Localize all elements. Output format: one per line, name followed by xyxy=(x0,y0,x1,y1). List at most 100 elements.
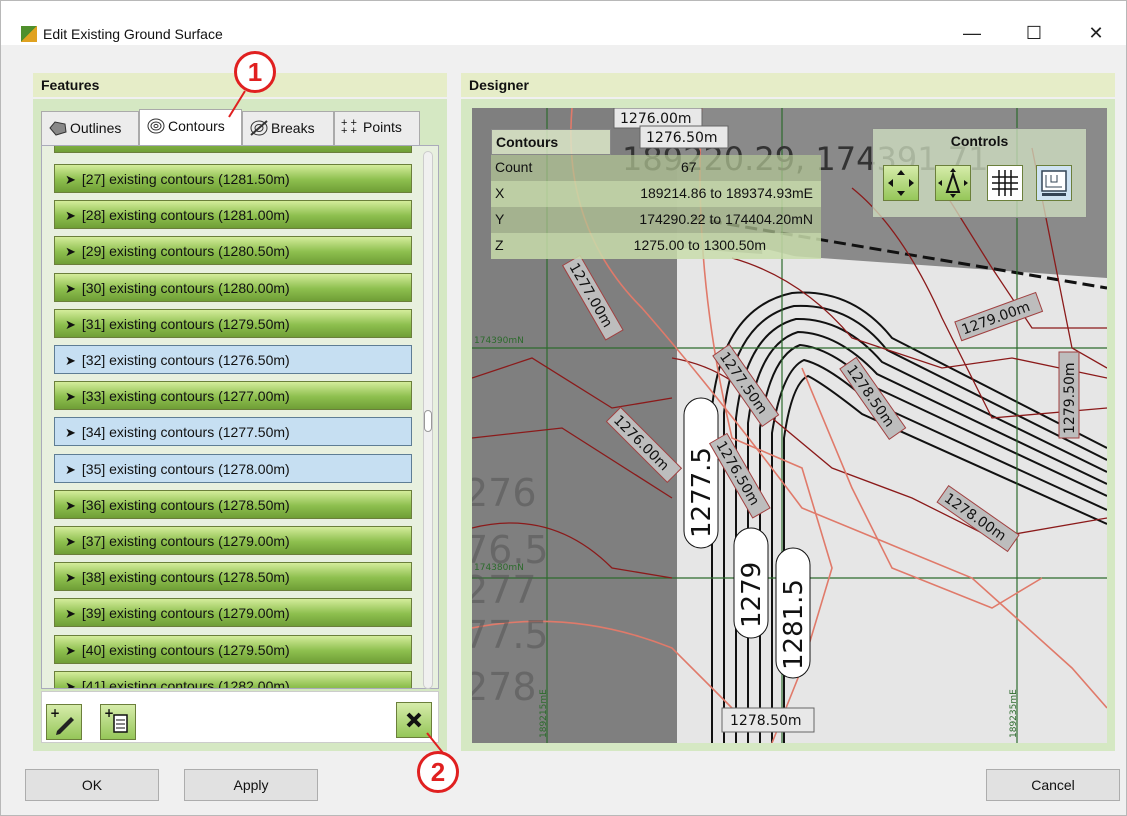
info-row-y: Y 174290.22 to 174404.20mN xyxy=(491,207,821,233)
expand-chevron-icon[interactable]: ➤ xyxy=(65,570,76,586)
expand-chevron-icon[interactable]: ➤ xyxy=(65,643,76,659)
list-item-label: [31] existing contours (1279.50m) xyxy=(81,315,290,332)
points-icon: + + + + xyxy=(341,117,357,137)
grid-label: 174390mN xyxy=(474,336,524,346)
pencil-plus-icon: + xyxy=(50,706,74,735)
list-item-label: [39] existing contours (1279.00m) xyxy=(81,605,290,622)
list-item[interactable]: ➤ [41] existing contours (1282.00m) xyxy=(54,670,412,688)
list-item[interactable]: ➤ [36] existing contours (1278.50m) xyxy=(54,489,412,519)
expand-chevron-icon[interactable]: ➤ xyxy=(65,534,76,550)
list-item[interactable]: ➤ [38] existing contours (1278.50m) xyxy=(54,562,412,592)
tab-breaks[interactable]: Breaks xyxy=(242,111,334,145)
oval-label: 1277.5 xyxy=(687,447,717,538)
grid-label: 174380mN xyxy=(474,563,524,573)
cancel-button[interactable]: Cancel xyxy=(986,769,1120,801)
callout-1-pointer xyxy=(228,90,246,118)
list-item[interactable]: ➤ [32] existing contours (1276.50m) xyxy=(54,345,412,374)
tab-points-label: Points xyxy=(363,119,402,135)
tab-points[interactable]: + + + + Points xyxy=(334,111,420,145)
controls-panel: Controls xyxy=(872,128,1087,218)
list-item-label: [40] existing contours (1279.50m) xyxy=(81,641,290,658)
expand-chevron-icon[interactable]: ➤ xyxy=(65,389,76,405)
list-item-label: [30] existing contours (1280.00m) xyxy=(81,279,290,296)
oval-label: 1279 xyxy=(737,562,767,628)
document-plus-icon: + xyxy=(104,706,128,733)
list-item[interactable] xyxy=(54,146,412,153)
faint-label: 278 xyxy=(472,665,537,709)
list-item[interactable]: ➤ [27] existing contours (1281.50m) xyxy=(54,164,412,193)
tab-outlines-label: Outlines xyxy=(70,120,122,136)
breaks-icon xyxy=(250,120,268,136)
scrollbar-thumb[interactable] xyxy=(424,410,432,432)
dialog-window: Edit Existing Ground Surface — ☐ ✕ Featu… xyxy=(0,0,1127,816)
expand-chevron-icon[interactable]: ➤ xyxy=(65,425,76,441)
list-item[interactable]: ➤ [37] existing contours (1279.00m) xyxy=(54,526,412,555)
faint-label: 77.5 xyxy=(472,613,549,657)
add-edit-button[interactable]: + xyxy=(46,704,82,740)
add-document-button[interactable]: + xyxy=(100,704,136,740)
app-icon xyxy=(21,26,37,42)
list-item[interactable]: ➤ [34] existing contours (1277.50m) xyxy=(54,417,412,447)
ok-button[interactable]: OK xyxy=(25,769,159,801)
close-icon[interactable]: ✕ xyxy=(1073,19,1119,47)
tab-contours-label: Contours xyxy=(168,118,225,134)
list-item[interactable]: ➤ [40] existing contours (1279.50m) xyxy=(54,634,412,664)
callout-2: 2 xyxy=(417,751,459,793)
grid-icon xyxy=(992,170,1018,196)
grid-toggle-button[interactable] xyxy=(987,165,1023,201)
oval-label: 1281.5 xyxy=(779,579,809,670)
list-item[interactable]: ➤ [30] existing contours (1280.00m) xyxy=(54,272,412,302)
contour-label: 1276.50m xyxy=(713,438,763,508)
grid-label: 189235mE xyxy=(1009,689,1019,738)
expand-chevron-icon[interactable]: ➤ xyxy=(65,353,76,369)
info-label: Count xyxy=(495,159,533,175)
zoom-extents-icon xyxy=(938,168,968,198)
list-item[interactable]: ➤ [31] existing contours (1279.50m) xyxy=(54,308,412,338)
list-item[interactable]: ➤ [28] existing contours (1281.00m) xyxy=(54,200,412,230)
expand-chevron-icon[interactable]: ➤ xyxy=(65,317,76,333)
info-value: 189214.86 to 189374.93mE xyxy=(640,185,813,201)
expand-chevron-icon[interactable]: ➤ xyxy=(65,498,76,514)
contours-info-panel: Contours Count 67 X 189214.86 to 189374.… xyxy=(491,129,821,259)
list-item[interactable]: ➤ [39] existing contours (1279.00m) xyxy=(54,598,412,628)
callout-2-pointer xyxy=(426,732,444,754)
list-scrollbar[interactable] xyxy=(423,151,433,689)
expand-chevron-icon[interactable]: ➤ xyxy=(65,208,76,224)
list-item-label: [27] existing contours (1281.50m) xyxy=(81,171,290,187)
contours-icon xyxy=(147,118,165,134)
info-row-x: X 189214.86 to 189374.93mE xyxy=(491,181,821,207)
contour-list[interactable]: ➤ [27] existing contours (1281.50m) ➤ [28] … xyxy=(41,145,439,689)
outlines-icon xyxy=(49,121,67,136)
list-item[interactable]: ➤ [29] existing contours (1280.50m) xyxy=(54,236,412,266)
contour-label: 1276.00m xyxy=(620,111,692,127)
pan-arrows-icon xyxy=(888,170,914,196)
list-item-label: [36] existing contours (1278.50m) xyxy=(81,496,290,513)
callout-1: 1 xyxy=(234,51,276,93)
svg-text:+: + xyxy=(104,706,114,720)
list-item-label: [29] existing contours (1280.50m) xyxy=(81,243,290,260)
tab-outlines[interactable]: Outlines xyxy=(41,111,139,145)
expand-chevron-icon[interactable]: ➤ xyxy=(65,462,76,478)
list-item[interactable]: ➤ [35] existing contours (1278.00m) xyxy=(54,453,412,483)
contour-label: 1278.50m xyxy=(730,713,802,729)
expand-chevron-icon[interactable]: ➤ xyxy=(65,244,76,260)
info-value: 67 xyxy=(681,159,697,175)
window-title: Edit Existing Ground Surface xyxy=(43,26,223,42)
list-item-label: [35] existing contours (1278.00m) xyxy=(81,460,290,477)
maximize-icon[interactable]: ☐ xyxy=(1011,19,1057,47)
minimize-icon[interactable]: — xyxy=(949,19,995,47)
layout-view-button[interactable] xyxy=(1036,165,1072,201)
svg-text:+: + xyxy=(50,706,60,720)
info-row-z: Z 1275.00 to 1300.50m xyxy=(491,233,821,259)
expand-chevron-icon[interactable]: ➤ xyxy=(65,172,76,188)
expand-chevron-icon[interactable]: ➤ xyxy=(65,281,76,297)
pan-button[interactable] xyxy=(883,165,919,201)
expand-chevron-icon[interactable]: ➤ xyxy=(65,679,76,688)
apply-button[interactable]: Apply xyxy=(184,769,318,801)
list-item-label: [32] existing contours (1276.50m) xyxy=(81,352,290,368)
list-item-label: [37] existing contours (1279.00m) xyxy=(81,533,290,549)
zoom-extents-button[interactable] xyxy=(935,165,971,201)
expand-chevron-icon[interactable]: ➤ xyxy=(65,606,76,622)
list-item[interactable]: ➤ [33] existing contours (1277.00m) xyxy=(54,381,412,411)
info-label: X xyxy=(495,185,505,201)
